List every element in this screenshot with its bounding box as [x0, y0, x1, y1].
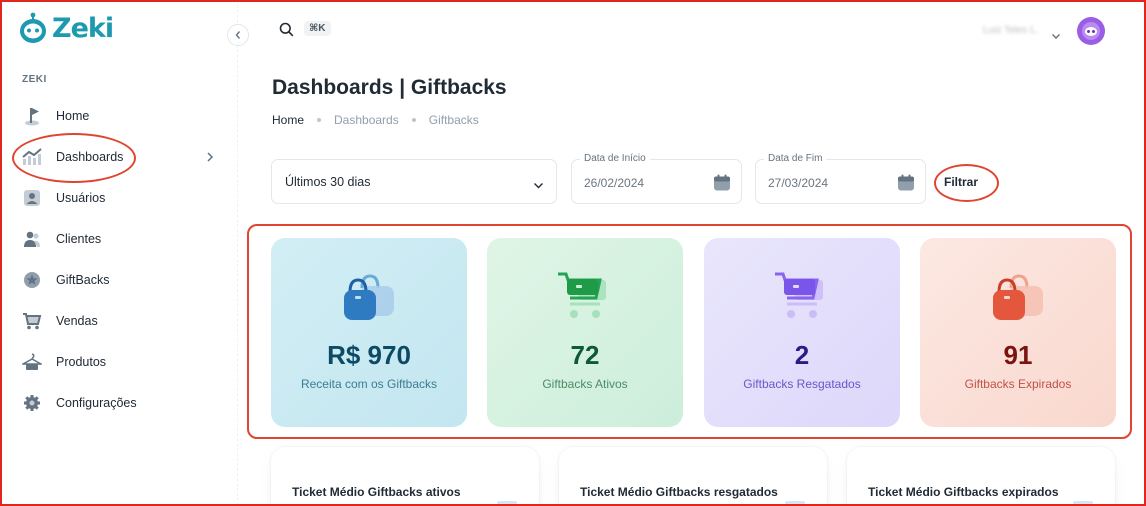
summary-card-redeemed: 2 Giftbacks Resgatados: [704, 238, 900, 427]
sidebar-item-label: Vendas: [56, 314, 98, 328]
chevron-right-icon: [206, 150, 214, 168]
end-date-label: Data de Fim: [764, 153, 827, 164]
search-shortcut-badge: ⌘K: [304, 21, 331, 36]
stat-card-title: Ticket Médio Giftbacks ativos: [292, 485, 461, 499]
summary-card-active: 72 Giftbacks Ativos: [487, 238, 683, 427]
robot-avatar-icon: [1082, 22, 1100, 40]
star-badge-icon: [22, 270, 42, 290]
sidebar-item-label: Home: [56, 109, 90, 123]
sidebar-item-label: Usuários: [56, 191, 106, 205]
card-value: 2: [794, 340, 810, 370]
shopping-bags-icon: [344, 274, 394, 320]
sidebar-item-usuarios[interactable]: Usuários: [22, 186, 222, 210]
breadcrumb-dashboards[interactable]: Dashboards: [334, 113, 399, 127]
breadcrumb-separator: [411, 118, 416, 122]
stat-card-ticket-active: Ticket Médio Giftbacks ativos: [271, 447, 539, 506]
period-select[interactable]: Últimos 30 dias: [271, 159, 557, 204]
sidebar-item-vendas[interactable]: Vendas: [22, 309, 222, 333]
chevron-down-icon[interactable]: [1051, 27, 1061, 45]
stat-card-title: Ticket Médio Giftbacks expirados: [868, 485, 1059, 499]
sidebar-item-label: Configurações: [56, 396, 137, 410]
card-label: Giftbacks Ativos: [542, 377, 628, 391]
card-label: Receita com os Giftbacks: [300, 377, 438, 391]
end-date-field[interactable]: Data de Fim 27/03/2024: [755, 153, 926, 204]
period-select-value: Últimos 30 dias: [285, 174, 371, 189]
card-value: 91: [1003, 340, 1033, 370]
start-date-value: 26/02/2024: [584, 176, 645, 190]
start-date-label: Data de Início: [580, 153, 650, 164]
calendar-icon[interactable]: [713, 174, 731, 196]
sidebar-item-label: Clientes: [56, 232, 102, 246]
calendar-icon[interactable]: [897, 174, 915, 196]
robot-logo-icon: [20, 12, 46, 43]
sidebar: Zeki ZEKI Home Dashboards Usuários Clien…: [0, 0, 238, 506]
sidebar-item-label: Produtos: [56, 355, 107, 369]
chart-icon: [22, 147, 42, 167]
sidebar-item-dashboards[interactable]: Dashboards: [22, 145, 222, 169]
hanger-icon: [22, 352, 42, 372]
stat-card-ticket-expired: Ticket Médio Giftbacks expirados: [847, 447, 1115, 506]
sidebar-item-produtos[interactable]: Produtos: [22, 350, 222, 374]
chart-peek-icon: [785, 501, 805, 506]
breadcrumb-giftbacks: Giftbacks: [428, 113, 479, 127]
avatar[interactable]: [1077, 17, 1105, 45]
app-name: Zeki: [52, 12, 114, 44]
card-value: 72: [570, 340, 600, 370]
search-icon[interactable]: [279, 22, 294, 42]
breadcrumb-separator: [317, 118, 322, 122]
users-icon: [22, 229, 42, 249]
chevron-left-icon: [235, 31, 241, 39]
user-badge-icon: [22, 188, 42, 208]
filter-button[interactable]: Filtrar: [944, 175, 978, 189]
breadcrumb-home[interactable]: Home: [272, 113, 304, 127]
sidebar-item-configuracoes[interactable]: Configurações: [22, 391, 222, 415]
summary-card-revenue: R$ 970 Receita com os Giftbacks: [271, 238, 467, 427]
stat-card-ticket-redeemed: Ticket Médio Giftbacks resgatados: [559, 447, 827, 506]
shopping-cart-icon: [775, 272, 823, 318]
chart-peek-icon: [1073, 501, 1093, 506]
sidebar-item-label: GiftBacks: [56, 273, 110, 287]
start-date-field[interactable]: Data de Início 26/02/2024: [571, 153, 742, 204]
card-label: Giftbacks Resgatados: [743, 377, 861, 391]
shopping-cart-icon: [558, 272, 606, 318]
stat-card-title: Ticket Médio Giftbacks resgatados: [580, 485, 778, 499]
flag-icon: [22, 106, 42, 126]
summary-card-expired: 91 Giftbacks Expirados: [920, 238, 1116, 427]
chevron-down-icon: [533, 178, 544, 192]
sidebar-item-home[interactable]: Home: [22, 104, 222, 128]
chart-peek-icon: [497, 501, 517, 506]
card-value: R$ 970: [327, 340, 411, 370]
sidebar-section-label: ZEKI: [22, 74, 47, 85]
shopping-bags-icon: [993, 274, 1043, 320]
sidebar-item-giftbacks[interactable]: GiftBacks: [22, 268, 222, 292]
app-logo[interactable]: Zeki: [18, 12, 114, 44]
breadcrumb: Home Dashboards Giftbacks: [272, 113, 479, 127]
sidebar-item-label: Dashboards: [56, 150, 124, 164]
cart-icon: [22, 311, 42, 331]
end-date-value: 27/03/2024: [768, 176, 829, 190]
sidebar-item-clientes[interactable]: Clientes: [22, 227, 222, 251]
gear-icon: [22, 393, 42, 413]
collapse-sidebar-button[interactable]: [227, 24, 249, 46]
page-title: Dashboards | Giftbacks: [272, 76, 507, 99]
card-label: Giftbacks Expirados: [964, 377, 1072, 391]
user-name[interactable]: Luiz Teles L.: [983, 25, 1038, 36]
